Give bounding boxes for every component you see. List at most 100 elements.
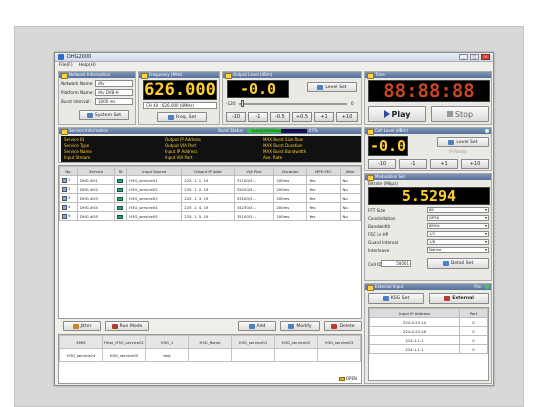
guard-interval-select[interactable]: 1/8 (427, 239, 489, 245)
jitter-button[interactable]: Jitter (63, 321, 101, 331)
row-duration: 200ms (273, 202, 308, 212)
play-button[interactable]: Play (368, 106, 426, 122)
service-info-header: Service Information Burst Status 14493/2… (59, 128, 361, 135)
freq-set-button[interactable]: Freq. Set (157, 112, 207, 122)
ksg-set-button[interactable]: KSG Set (368, 293, 424, 304)
level-slider-track[interactable] (239, 103, 347, 105)
table-row[interactable]: 3 DHG #03 H3G_service03 225. 1. 3. 19 33100/… (59, 193, 362, 203)
level-slider-handle[interactable] (241, 100, 244, 107)
cell-level-set-button[interactable]: Level Set (437, 137, 489, 147)
level-minus-10-button[interactable]: -10 (226, 112, 246, 122)
grid-cell[interactable] (274, 348, 318, 362)
folder-icon (338, 376, 345, 381)
col-status[interactable]: St (114, 166, 128, 176)
output-level-panel: Output Level (dBm) -0.0 Level Set -120 0… (222, 71, 362, 125)
bandwidth-select[interactable]: 8MHz (427, 223, 489, 229)
menu-help[interactable]: Help(H) (79, 63, 96, 68)
row-jitter: No (339, 175, 362, 185)
cell-id-field[interactable]: 50001 (381, 260, 411, 267)
help-icon[interactable] (485, 129, 489, 133)
col-output-ip[interactable]: Output IP Addr (181, 166, 235, 176)
col-port[interactable]: Port (459, 308, 488, 318)
fft-size-select[interactable]: 8K (427, 207, 489, 213)
open-button[interactable]: OPEN (338, 376, 357, 381)
grid-col-service02[interactable]: H3G_service02 (274, 335, 318, 349)
col-va-port[interactable]: V/A Port (233, 166, 275, 176)
platform-name-field[interactable]: dtv DVB-H (95, 89, 133, 96)
col-no[interactable]: No. (59, 166, 78, 176)
fec-select[interactable]: 1/2 (427, 231, 489, 237)
table-row[interactable]: 4 DHG #04 H3G_service04 225. 1. 4. 19 34230/… (59, 202, 362, 212)
stop-button[interactable]: Stop (431, 106, 489, 122)
constellation-select[interactable]: QPSK (427, 215, 489, 221)
list-item[interactable]: 224.1.1.1 0 (369, 344, 488, 354)
detail-set-button[interactable]: Detail Set (427, 258, 489, 269)
cell-level-panel: Cell Level (dBm) -0.0 Level Set IP Ready… (364, 127, 492, 171)
channel-select[interactable]: CH 40 : 626.000 (8MHz) (143, 102, 217, 109)
grid-col-service03[interactable]: H3G_service03 (317, 335, 361, 349)
freq-set-label: Freq. Set (175, 114, 197, 120)
ip-ready-option[interactable]: IP Ready (449, 149, 467, 154)
window-title: DHG2000 (67, 54, 92, 60)
system-set-button[interactable]: System Set (79, 110, 129, 120)
col-jitter[interactable]: Jitter (339, 166, 362, 176)
frequency-panel: Frequency (MHz) 626.000 CH 40 : 626.000 … (138, 71, 220, 125)
cell-plus-10-button[interactable]: +10 (461, 159, 489, 169)
table-row[interactable]: 2 DHG #02 H3G_service02 225. 1. 2. 19 32020/… (59, 184, 362, 194)
row-output-ip: 225. 1. 2. 19 (181, 184, 235, 194)
add-icon (248, 323, 255, 329)
burst-interval-select[interactable]: 1000 ms (95, 98, 133, 105)
grid-cell[interactable] (317, 348, 361, 362)
grid-col-emm[interactable]: EMM (59, 335, 103, 349)
grid-col-service01[interactable]: H3G_service01 (231, 335, 275, 349)
service-info-col2: Output IP Address Output VIA Port Input … (165, 137, 201, 161)
col-service[interactable]: Service (76, 166, 116, 176)
list-item[interactable]: 224.0.23.14 0 (369, 317, 488, 327)
level-minus-half-button[interactable]: -0.5 (270, 112, 290, 122)
grid-col-filter[interactable]: Filter_H3G_service01 (102, 335, 146, 349)
col-input-ip[interactable]: Input IP Address (369, 308, 460, 318)
service-icon (62, 195, 67, 201)
add-label: Add (256, 323, 266, 329)
col-mpe-fec[interactable]: MPE-FEC (306, 166, 341, 176)
cell-minus-10-button[interactable]: -10 (368, 159, 396, 169)
level-set-button[interactable]: Level Set (307, 82, 357, 92)
close-button[interactable]: × (481, 54, 490, 60)
modify-button[interactable]: Modify (280, 321, 320, 331)
delete-button[interactable]: Delete (324, 321, 362, 331)
table-row[interactable]: 5 DHG #05 H3G_service05 225. 1. 5. 19 35100/… (59, 211, 362, 221)
level-minus-1-button[interactable]: -1 (248, 112, 268, 122)
grid-cell[interactable]: H3G_service04 (59, 348, 103, 362)
grid-cell[interactable] (188, 348, 232, 362)
level-plus-half-button[interactable]: +0.5 (292, 112, 312, 122)
network-name-field[interactable]: dtv (95, 80, 133, 87)
grid-col-h3g1[interactable]: H3G_1 (145, 335, 189, 349)
grid-cell[interactable]: H3G_service05 (102, 348, 146, 362)
row-mpe-fec: Yes (306, 193, 341, 203)
table-row[interactable]: H3G_service04 H3G_service05 test (59, 348, 361, 362)
external-button[interactable]: External (429, 293, 489, 304)
clock-display: 88:88:88 (368, 80, 490, 102)
services-list: No. Service St Input Source Output IP Ad… (58, 165, 362, 319)
cell-minus-1-button[interactable]: -1 (399, 159, 427, 169)
minimize-button[interactable]: _ (459, 54, 468, 60)
menu-file[interactable]: File(F) (59, 63, 73, 68)
add-button[interactable]: Add (238, 321, 276, 331)
list-item[interactable]: 224.1.1.1 0 (369, 335, 488, 345)
col-input-source[interactable]: Input Source (126, 166, 183, 176)
run-mode-button[interactable]: Run Mode (105, 321, 149, 331)
level-plus-1-button[interactable]: +1 (314, 112, 334, 122)
grid-cell[interactable]: test (145, 348, 189, 362)
level-plus-10-button[interactable]: +10 (336, 112, 358, 122)
maximize-button[interactable]: □ (470, 54, 479, 60)
cell-plus-1-button[interactable]: +1 (430, 159, 458, 169)
col-duration[interactable]: Duration (273, 166, 308, 176)
grid-cell[interactable] (231, 348, 275, 362)
row-va-port: 35100/3... (233, 211, 275, 221)
interleave-select[interactable]: Native (427, 247, 489, 253)
row-service: DHG #03 (76, 193, 116, 203)
table-row[interactable]: 1 DHG #01 H3G_service01 225. 1. 1. 19 31100/… (59, 175, 362, 185)
list-item[interactable]: 224.0.23.16 0 (369, 326, 488, 336)
frequency-display: 626.000 (143, 80, 217, 100)
grid-col-h3g-rome[interactable]: H3G_Rome (188, 335, 232, 349)
